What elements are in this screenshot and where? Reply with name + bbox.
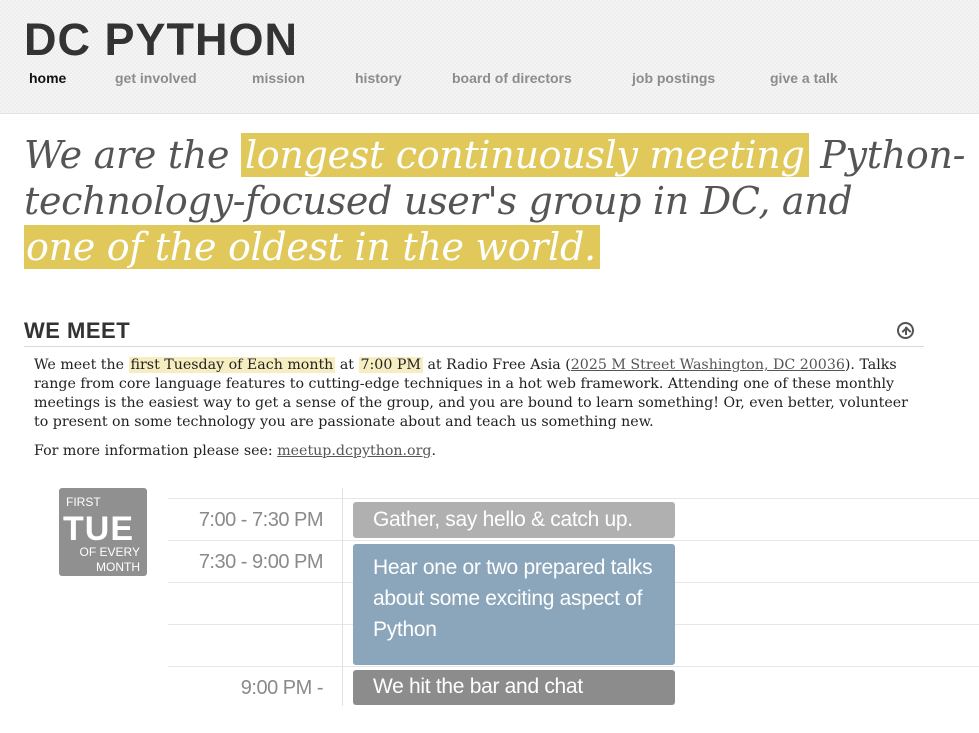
- time-label: 7:00 - 7:30 PM: [198, 509, 324, 531]
- text: .: [431, 443, 436, 459]
- calendar-badge: FIRST TUE OF EVERY MONTH: [59, 488, 147, 576]
- nav-mission[interactable]: mission: [252, 70, 305, 86]
- nav-give-a-talk[interactable]: give a talk: [770, 70, 838, 86]
- section-divider: [24, 346, 924, 347]
- text: For more information please see:: [34, 443, 278, 459]
- time-label: 7:30 - 9:00 PM: [198, 551, 324, 573]
- tagline-text: We are the: [24, 133, 241, 177]
- site-logo[interactable]: DC PYTHON: [24, 14, 298, 66]
- time-label: 9:00 PM -: [240, 677, 324, 699]
- badge-month: MONTH: [96, 560, 140, 574]
- text: at Radio Free Asia (: [422, 357, 571, 373]
- more-info: For more information please see: meetup.…: [34, 442, 914, 461]
- nav-board-of-directors[interactable]: board of directors: [452, 70, 572, 86]
- event-gather: Gather, say hello & catch up.: [353, 502, 675, 538]
- schedule-gridline: [168, 666, 979, 667]
- text: We meet the: [34, 357, 129, 373]
- nav-history[interactable]: history: [355, 70, 402, 86]
- meeting-description: We meet the first Tuesday of Each month …: [34, 356, 914, 432]
- meeting-time-highlight: 7:00 PM: [358, 357, 423, 373]
- meetup-link[interactable]: meetup.dcpython.org: [277, 443, 431, 459]
- event-talks: Hear one or two prepared talks about som…: [353, 544, 675, 665]
- tagline-highlight-longest: longest continuously meeting: [240, 133, 809, 177]
- tagline-highlight-oldest: one of the oldest in the world.: [24, 225, 600, 269]
- badge-of-every: OF EVERY: [79, 545, 140, 559]
- badge-first: FIRST: [66, 495, 101, 509]
- text: at: [335, 357, 359, 373]
- nav-home[interactable]: home: [29, 70, 66, 86]
- schedule-gridline: [168, 540, 979, 541]
- nav-get-involved[interactable]: get involved: [115, 70, 197, 86]
- site-header: DC PYTHON home get involved mission hist…: [0, 0, 979, 114]
- back-to-top-icon[interactable]: [897, 322, 914, 339]
- schedule-gridline: [168, 498, 979, 499]
- address-link[interactable]: 2025 M Street Washington, DC 20036: [571, 357, 845, 373]
- tagline-line-3: one of the oldest in the world.: [24, 224, 600, 270]
- section-title-we-meet: WE MEET: [24, 318, 131, 343]
- tagline-line-1: We are the longest continuously meeting …: [24, 132, 965, 178]
- meeting-day-highlight: first Tuesday of Each month: [128, 357, 336, 373]
- event-bar: We hit the bar and chat: [353, 670, 675, 705]
- badge-day: TUE: [63, 510, 134, 548]
- tagline-text: Python-: [808, 133, 966, 177]
- tagline-line-2: technology-focused user's group in DC, a…: [24, 179, 853, 223]
- nav-job-postings[interactable]: job postings: [632, 70, 715, 86]
- schedule-divider: [342, 488, 343, 706]
